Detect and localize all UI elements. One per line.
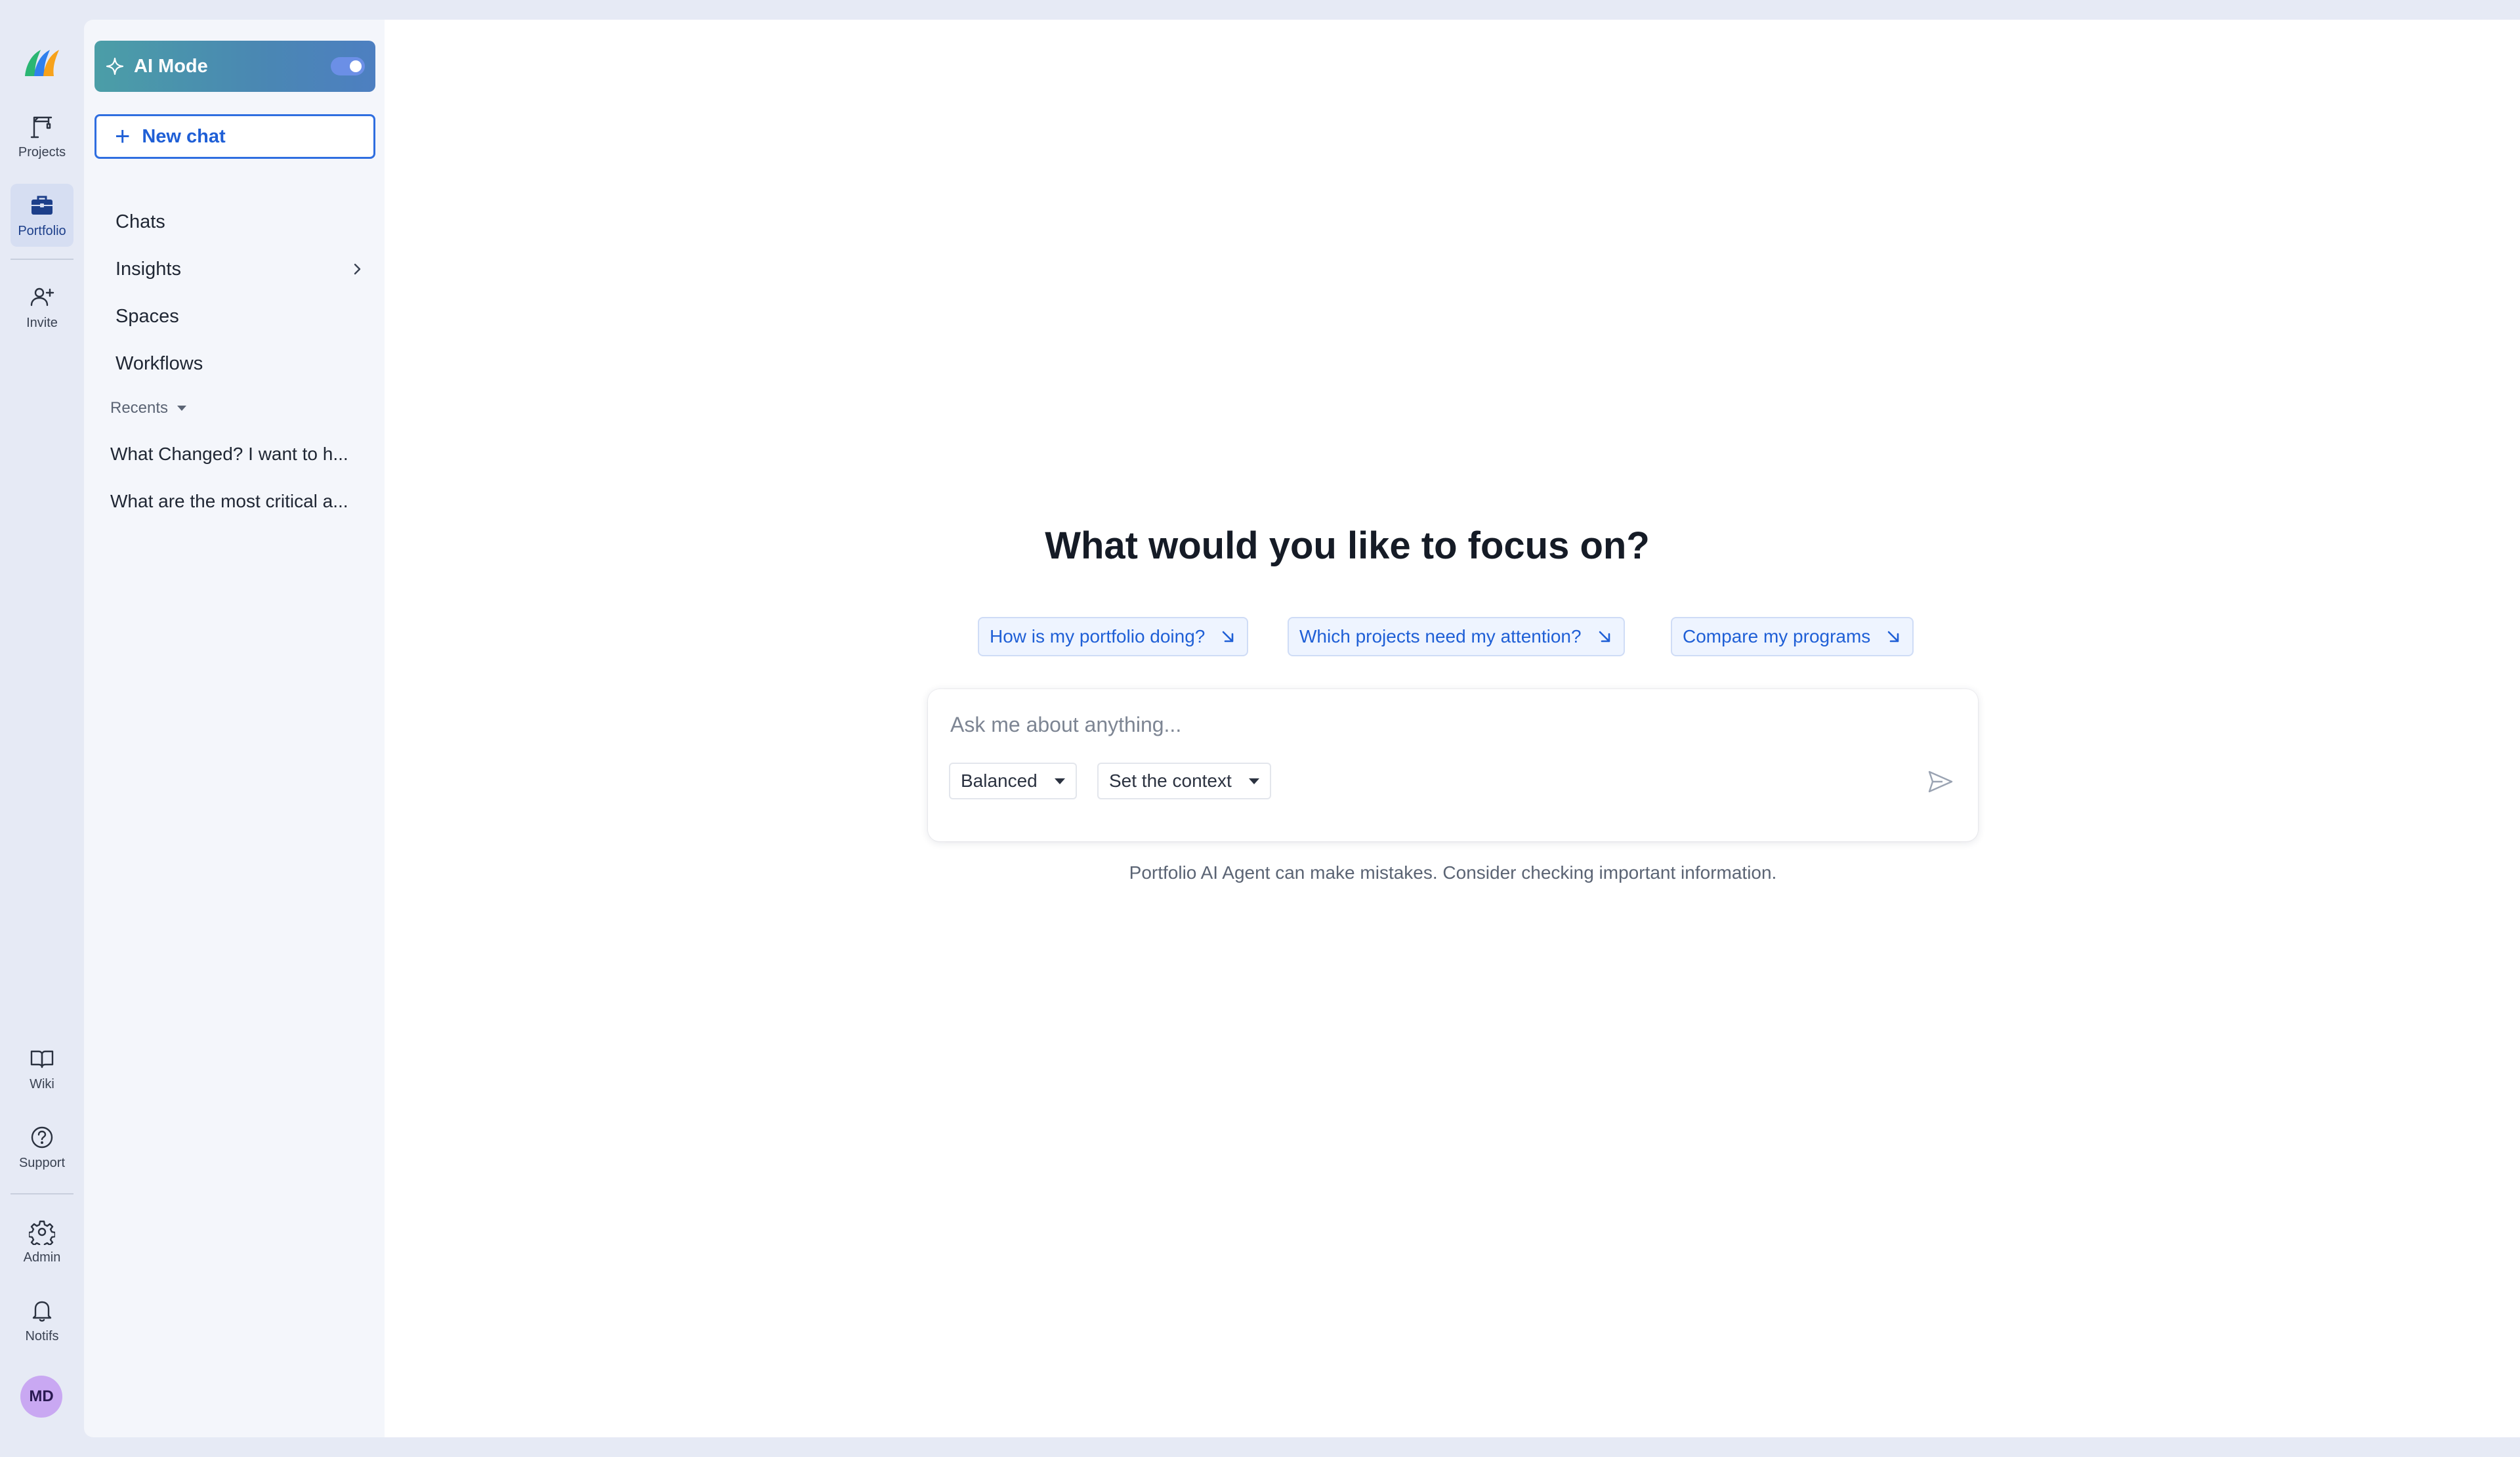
- rail-item-label: Invite: [26, 315, 58, 330]
- ai-mode-label: AI Mode: [134, 55, 208, 77]
- context-select[interactable]: Set the context: [1097, 763, 1271, 799]
- rail-divider: [10, 259, 74, 260]
- caret-down-icon: [1248, 778, 1259, 784]
- recents-label: Recents: [110, 399, 169, 417]
- main-content: What would you like to focus on? How is …: [385, 20, 2520, 1437]
- mode-select[interactable]: Balanced: [949, 763, 1077, 799]
- sidebar: AI Mode + New chat Chats Insights Spaces…: [84, 20, 385, 1437]
- briefcase-icon: [32, 196, 52, 215]
- context-select-value: Set the context: [1109, 771, 1232, 791]
- rail-item-label: Notifs: [25, 1328, 59, 1343]
- mode-select-value: Balanced: [961, 771, 1038, 791]
- rail-item-label: Projects: [18, 144, 66, 159]
- suggestion-chip-attention[interactable]: Which projects need my attention?: [1288, 617, 1625, 656]
- rail-item-wiki[interactable]: Wiki: [10, 1037, 74, 1100]
- bell-icon: [32, 1301, 52, 1322]
- sidebar-item-label: Spaces: [116, 305, 179, 327]
- user-avatar[interactable]: MD: [20, 1376, 62, 1418]
- help-circle-icon: [31, 1126, 53, 1148]
- sidebar-item-label: Workflows: [116, 352, 203, 374]
- crane-icon: [30, 116, 52, 138]
- rail-item-notifications[interactable]: Notifs: [10, 1289, 74, 1352]
- rail-divider: [10, 1193, 74, 1194]
- recent-chat-item[interactable]: What are the most critical a...: [110, 483, 366, 520]
- rail-item-admin[interactable]: Admin: [10, 1210, 74, 1273]
- user-plus-icon: [30, 287, 54, 306]
- arrow-down-right-icon: [1599, 631, 1610, 643]
- caret-down-icon: [177, 406, 187, 411]
- chevron-right-icon: [354, 263, 361, 275]
- page-headline: What would you like to focus on?: [1045, 524, 1650, 567]
- ai-disclaimer: Portfolio AI Agent can make mistakes. Co…: [1129, 862, 1777, 883]
- book-icon: [30, 1050, 54, 1068]
- rail-item-projects[interactable]: Projects: [10, 105, 74, 168]
- caret-down-icon: [1054, 778, 1065, 784]
- ai-mode-toggle-bar[interactable]: AI Mode: [94, 41, 375, 92]
- gear-icon: [29, 1220, 55, 1245]
- suggestion-chip-portfolio[interactable]: How is my portfolio doing?: [978, 617, 1249, 656]
- arrow-down-right-icon: [1888, 631, 1899, 643]
- suggestion-label: How is my portfolio doing?: [990, 626, 1206, 646]
- plus-icon: +: [115, 122, 131, 151]
- send-icon[interactable]: [1927, 768, 1954, 795]
- rail-item-portfolio[interactable]: Portfolio: [10, 184, 74, 247]
- sidebar-item-label: Chats: [116, 211, 165, 232]
- sidebar-item-workflows[interactable]: Workflows: [116, 344, 365, 383]
- sidebar-item-spaces[interactable]: Spaces: [116, 297, 365, 336]
- sparkle-icon: [106, 57, 124, 75]
- rail-item-label: Wiki: [30, 1076, 54, 1091]
- rail-item-label: Admin: [23, 1250, 61, 1265]
- suggestion-chip-programs[interactable]: Compare my programs: [1671, 617, 1914, 656]
- recent-chat-item[interactable]: What Changed? I want to h...: [110, 436, 366, 473]
- suggestion-label: Compare my programs: [1683, 626, 1871, 646]
- rail-item-invite[interactable]: Invite: [10, 276, 74, 339]
- ai-mode-switch[interactable]: [331, 57, 365, 75]
- new-chat-button[interactable]: + New chat: [94, 114, 375, 159]
- new-chat-label: New chat: [142, 125, 226, 147]
- left-rail: Projects Portfolio Invite Wiki Support A…: [0, 0, 84, 1457]
- suggestion-label: Which projects need my attention?: [1299, 626, 1582, 646]
- rail-item-label: Portfolio: [18, 223, 66, 238]
- sidebar-item-label: Insights: [116, 258, 181, 280]
- app-logo-icon[interactable]: [21, 43, 63, 80]
- sidebar-item-chats[interactable]: Chats: [116, 202, 365, 242]
- recents-header[interactable]: Recents: [110, 399, 187, 417]
- chat-composer: Balanced Set the context: [928, 689, 1978, 841]
- chat-input[interactable]: [949, 707, 1870, 742]
- arrow-down-right-icon: [1223, 631, 1234, 643]
- rail-item-label: Support: [18, 1155, 66, 1170]
- rail-item-support[interactable]: Support: [10, 1116, 74, 1179]
- sidebar-item-insights[interactable]: Insights: [116, 249, 365, 289]
